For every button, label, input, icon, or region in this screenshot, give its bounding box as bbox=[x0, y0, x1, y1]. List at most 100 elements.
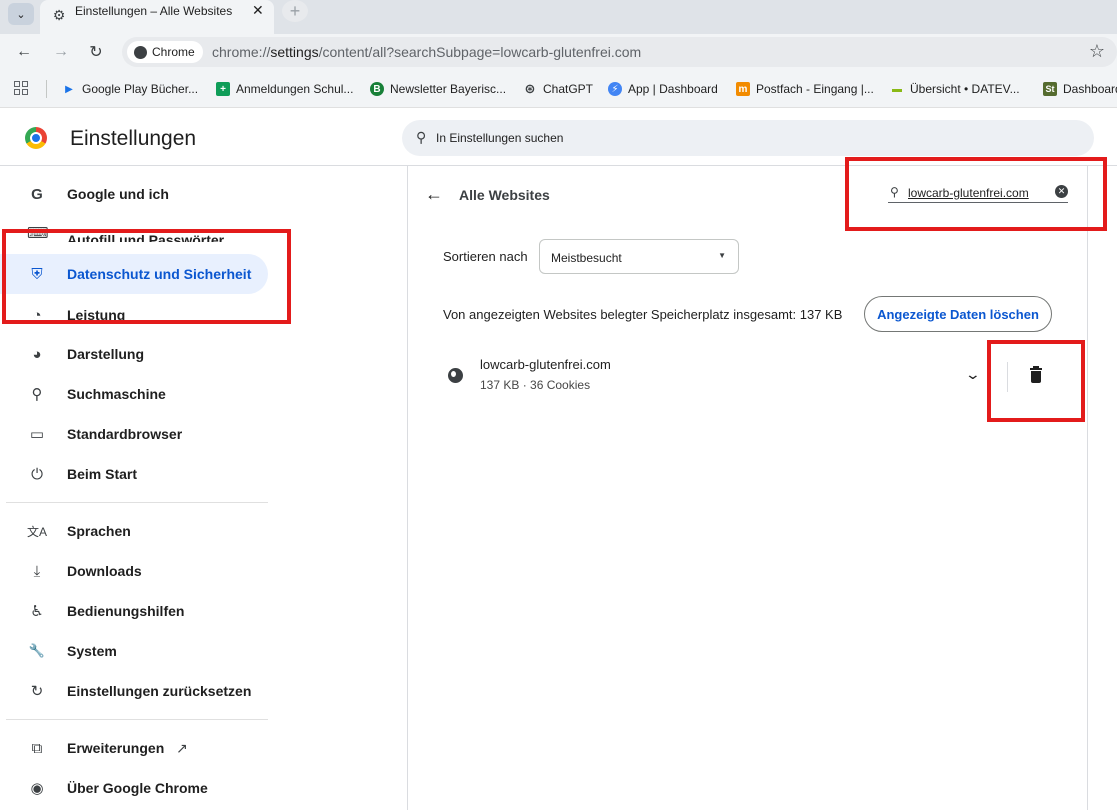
bookmark-label: Newsletter Bayerisc... bbox=[390, 82, 507, 96]
chrome-logo-icon bbox=[134, 45, 147, 59]
dropdown-arrow-icon: ▼ bbox=[718, 251, 726, 260]
bookmark-item[interactable]: ⊛ ChatGPT bbox=[523, 81, 593, 97]
subpage-title: Alle Websites bbox=[459, 187, 550, 203]
url-host: settings bbox=[270, 44, 319, 60]
datev-icon: ▬ bbox=[892, 83, 902, 95]
sidebar-item-about[interactable]: ◉ Über Google Chrome bbox=[0, 768, 268, 808]
settings-search-box[interactable]: ⚲ bbox=[402, 120, 1094, 156]
newsletter-b-icon: B bbox=[370, 82, 384, 96]
highlight-box-privacy bbox=[2, 229, 291, 324]
sidebar-item-extensions[interactable]: ⧉ Erweiterungen ↗ bbox=[0, 728, 268, 768]
new-tab-button[interactable]: + bbox=[282, 0, 308, 22]
sidebar-item-google[interactable]: G Google und ich bbox=[0, 174, 268, 214]
bookmark-item[interactable]: m Postfach - Eingang |... bbox=[736, 81, 874, 97]
site-name: lowcarb-glutenfrei.com bbox=[480, 357, 611, 372]
palette-icon: ◕ bbox=[32, 345, 42, 363]
tab-strip: ⌄ ⚙ Einstellungen – Alle Websites ✕ + bbox=[0, 0, 1117, 34]
sidebar-item-languages[interactable]: 文A Sprachen bbox=[0, 511, 268, 551]
address-bar[interactable]: Chrome chrome://settings/content/all?sea… bbox=[122, 37, 1117, 67]
reload-icon[interactable]: ↻ bbox=[86, 42, 106, 62]
bookmark-label: Übersicht • DATEV... bbox=[910, 82, 1020, 96]
sidebar-item-label: Darstellung bbox=[67, 346, 145, 362]
chrome-logo-icon bbox=[25, 127, 47, 149]
back-arrow-icon[interactable]: ← bbox=[425, 184, 443, 205]
url-text[interactable]: chrome://settings/content/all?searchSubp… bbox=[212, 44, 641, 60]
apps-grid-icon[interactable] bbox=[14, 81, 28, 95]
google-g-icon: G bbox=[31, 185, 43, 203]
search-icon: ⚲ bbox=[416, 129, 427, 145]
translate-icon: 文A bbox=[27, 524, 48, 539]
chip-label: Chrome bbox=[152, 45, 195, 59]
sheets-plus-icon: + bbox=[216, 82, 230, 96]
browser-toolbar: ← → ↻ Chrome chrome://settings/content/a… bbox=[0, 34, 1117, 70]
sidebar-item-accessibility[interactable]: ♿ Bedienungshilfen bbox=[0, 591, 268, 631]
settings-search-input[interactable] bbox=[436, 128, 1036, 148]
sidebar-item-label: Google und ich bbox=[67, 186, 169, 202]
bookmark-item[interactable]: ▶ Google Play Bücher... bbox=[62, 81, 198, 97]
bookmark-label: ChatGPT bbox=[543, 82, 594, 96]
sidebar-item-label: Standardbrowser bbox=[67, 426, 183, 442]
sidebar-item-system[interactable]: 🔧 System bbox=[0, 631, 268, 671]
sidebar-item-label: Bedienungshilfen bbox=[67, 603, 185, 619]
sidebar-divider bbox=[6, 502, 268, 503]
sidebar-item-label: System bbox=[67, 643, 117, 659]
sidebar-item-label: Einstellungen zurücksetzen bbox=[67, 683, 252, 699]
page-title: Einstellungen bbox=[70, 127, 197, 150]
bookmarks-separator bbox=[46, 80, 47, 98]
clear-displayed-data-button[interactable]: Angezeigte Daten löschen bbox=[864, 296, 1052, 332]
search-icon: ⚲ bbox=[31, 386, 43, 403]
chrome-chip[interactable]: Chrome bbox=[127, 41, 203, 63]
gear-icon: ⚙ bbox=[52, 6, 66, 23]
bookmark-item[interactable]: B Newsletter Bayerisc... bbox=[370, 81, 506, 97]
forward-arrow-icon[interactable]: → bbox=[51, 42, 71, 62]
dashboard-st-icon: St bbox=[1043, 82, 1057, 96]
sidebar-item-on-startup[interactable]: ⏻ Beim Start bbox=[0, 454, 268, 494]
sidebar-item-label: Downloads bbox=[67, 563, 142, 579]
bookmark-item[interactable]: ⚡ App | Dashboard bbox=[608, 81, 718, 97]
sidebar-item-search-engine[interactable]: ⚲ Suchmaschine bbox=[0, 374, 268, 414]
chrome-icon: ◉ bbox=[30, 780, 44, 797]
download-icon: ⤓ bbox=[33, 562, 41, 580]
reset-icon: ↻ bbox=[30, 683, 44, 700]
power-icon: ⏻ bbox=[31, 465, 43, 483]
chevron-down-icon[interactable]: ⌄ bbox=[965, 366, 981, 383]
back-arrow-icon[interactable]: ← bbox=[14, 42, 34, 62]
sort-selected-value: Meistbesucht bbox=[551, 251, 622, 265]
app-dashboard-icon: ⚡ bbox=[608, 82, 622, 96]
globe-icon bbox=[448, 368, 463, 383]
sidebar-item-downloads[interactable]: ⤓ Downloads bbox=[0, 551, 268, 591]
highlight-box-delete bbox=[987, 340, 1085, 422]
bookmark-label: App | Dashboard bbox=[628, 82, 718, 96]
url-path: /content/all?searchSubpage=lowcarb-glute… bbox=[318, 44, 642, 60]
sidebar-item-label: Erweiterungen bbox=[67, 740, 165, 756]
sidebar-item-label: Sprachen bbox=[67, 523, 131, 539]
external-link-icon: ↗ bbox=[176, 739, 188, 756]
bookmark-label: Anmeldungen Schul... bbox=[236, 82, 354, 96]
sidebar-item-label: Suchmaschine bbox=[67, 386, 166, 402]
bookmark-item[interactable]: ▬ Übersicht • DATEV... bbox=[890, 81, 1020, 97]
bookmarks-bar: ▶ Google Play Bücher... + Anmeldungen Sc… bbox=[0, 70, 1117, 108]
browser-window-icon: ▭ bbox=[29, 426, 45, 443]
sidebar-item-appearance[interactable]: ◕ Darstellung bbox=[0, 334, 268, 374]
sort-dropdown[interactable]: Meistbesucht ▼ bbox=[539, 239, 739, 274]
bookmark-label: Dashboard bbox=[1063, 82, 1117, 96]
bookmark-label: Postfach - Eingang |... bbox=[756, 82, 874, 96]
sidebar-item-label: Beim Start bbox=[67, 466, 138, 482]
storage-summary: Von angezeigten Websites belegter Speich… bbox=[443, 307, 843, 322]
bookmark-star-icon[interactable]: ☆ bbox=[1089, 41, 1105, 62]
bookmark-item[interactable]: + Anmeldungen Schul... bbox=[216, 81, 353, 97]
tab-search-chevron-icon[interactable]: ⌄ bbox=[8, 3, 34, 25]
sidebar-item-default-browser[interactable]: ▭ Standardbrowser bbox=[0, 414, 268, 454]
site-row[interactable]: lowcarb-glutenfrei.com 137 KB · 36 Cooki… bbox=[443, 350, 1063, 404]
sidebar-divider bbox=[6, 719, 268, 720]
highlight-box-search bbox=[845, 157, 1107, 231]
bookmark-label: Google Play Bücher... bbox=[82, 82, 199, 96]
wrench-icon: 🔧 bbox=[28, 643, 46, 658]
sidebar-item-label: Über Google Chrome bbox=[67, 780, 208, 796]
active-tab[interactable]: ⚙ Einstellungen – Alle Websites ✕ bbox=[40, 0, 274, 34]
sidebar-item-reset[interactable]: ↻ Einstellungen zurücksetzen bbox=[0, 671, 268, 711]
tab-close-icon[interactable]: ✕ bbox=[252, 2, 264, 19]
chatgpt-icon: ⊛ bbox=[524, 81, 536, 96]
tab-title: Einstellungen – Alle Websites bbox=[75, 4, 233, 18]
bookmark-item[interactable]: St Dashboard bbox=[1043, 81, 1117, 97]
